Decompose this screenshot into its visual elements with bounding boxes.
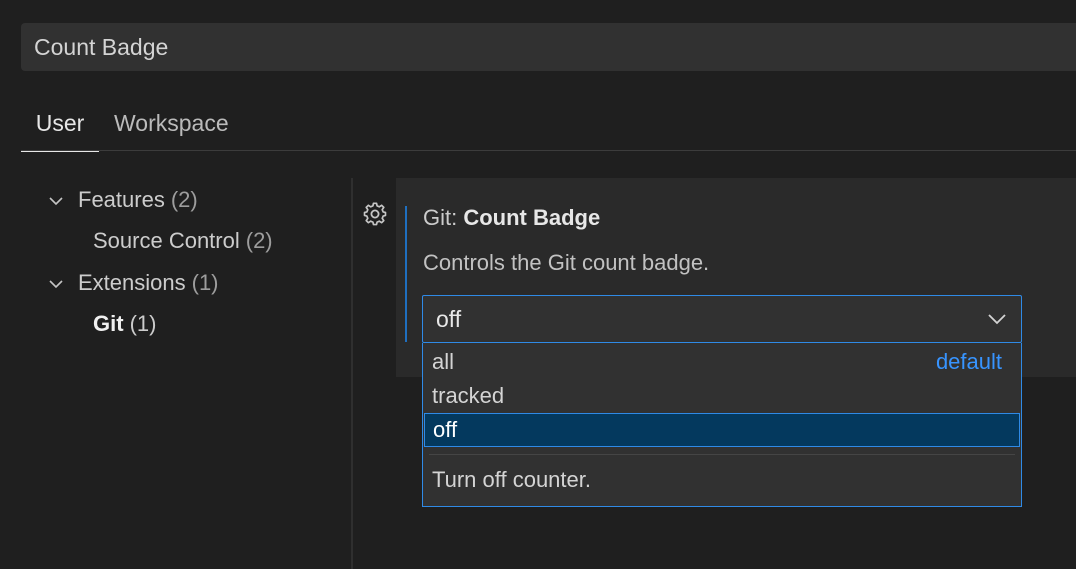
settings-editor: Count Badge User Workspace Features (2) … xyxy=(0,0,1076,569)
option-description: Turn off counter. xyxy=(432,467,591,492)
toc-item-features[interactable]: Features (2) xyxy=(78,180,198,220)
select-dropdown-list: all default tracked off Turn off counter… xyxy=(422,343,1022,507)
toc-item-git[interactable]: Git (1) xyxy=(93,304,156,344)
chevron-down-icon[interactable] xyxy=(987,311,1007,327)
setting-name: Count Badge xyxy=(463,205,601,230)
toc-item-count: (1) xyxy=(191,270,219,295)
chevron-down-icon[interactable] xyxy=(48,276,64,292)
default-tag: default xyxy=(935,349,1002,374)
count-badge-select[interactable]: off xyxy=(422,295,1022,343)
search-value: Count Badge xyxy=(34,33,169,60)
option-tracked[interactable]: tracked xyxy=(424,379,1020,413)
option-label: tracked xyxy=(432,383,505,408)
option-all[interactable]: all default xyxy=(424,345,1020,379)
setting-description: Controls the Git count badge. xyxy=(423,250,710,275)
tab-workspace-label: Workspace xyxy=(114,109,229,136)
toc-item-label: Features xyxy=(78,187,165,212)
tab-user[interactable]: User xyxy=(21,95,99,152)
toc-item-count: (2) xyxy=(245,228,273,253)
toc-item-count: (2) xyxy=(170,187,198,212)
setting-category: Git: xyxy=(423,205,464,230)
select-value: off xyxy=(436,305,462,332)
toc-item-extensions[interactable]: Extensions (1) xyxy=(78,263,219,303)
option-label: off xyxy=(433,417,458,442)
toc-item-count: (1) xyxy=(129,311,157,336)
modified-indicator xyxy=(405,206,407,342)
toc-item-label: Source Control xyxy=(93,228,240,253)
chevron-down-icon[interactable] xyxy=(48,193,64,209)
toc-item-source-control[interactable]: Source Control (2) xyxy=(93,221,273,261)
toc-item-label: Git xyxy=(93,311,124,336)
settings-search-input[interactable]: Count Badge xyxy=(21,23,1076,71)
option-label: all xyxy=(432,349,455,374)
tab-user-label: User xyxy=(35,109,85,136)
dropdown-divider xyxy=(429,454,1015,455)
setting-title: Git: Count Badge xyxy=(423,205,600,231)
tab-workspace[interactable]: Workspace xyxy=(114,95,229,151)
tabs-divider xyxy=(21,150,1076,151)
option-off[interactable]: off xyxy=(424,413,1020,447)
toc-divider xyxy=(351,178,353,569)
gear-icon[interactable] xyxy=(361,200,389,228)
toc-item-label: Extensions xyxy=(78,270,186,295)
settings-tabs: User Workspace xyxy=(21,95,1076,152)
